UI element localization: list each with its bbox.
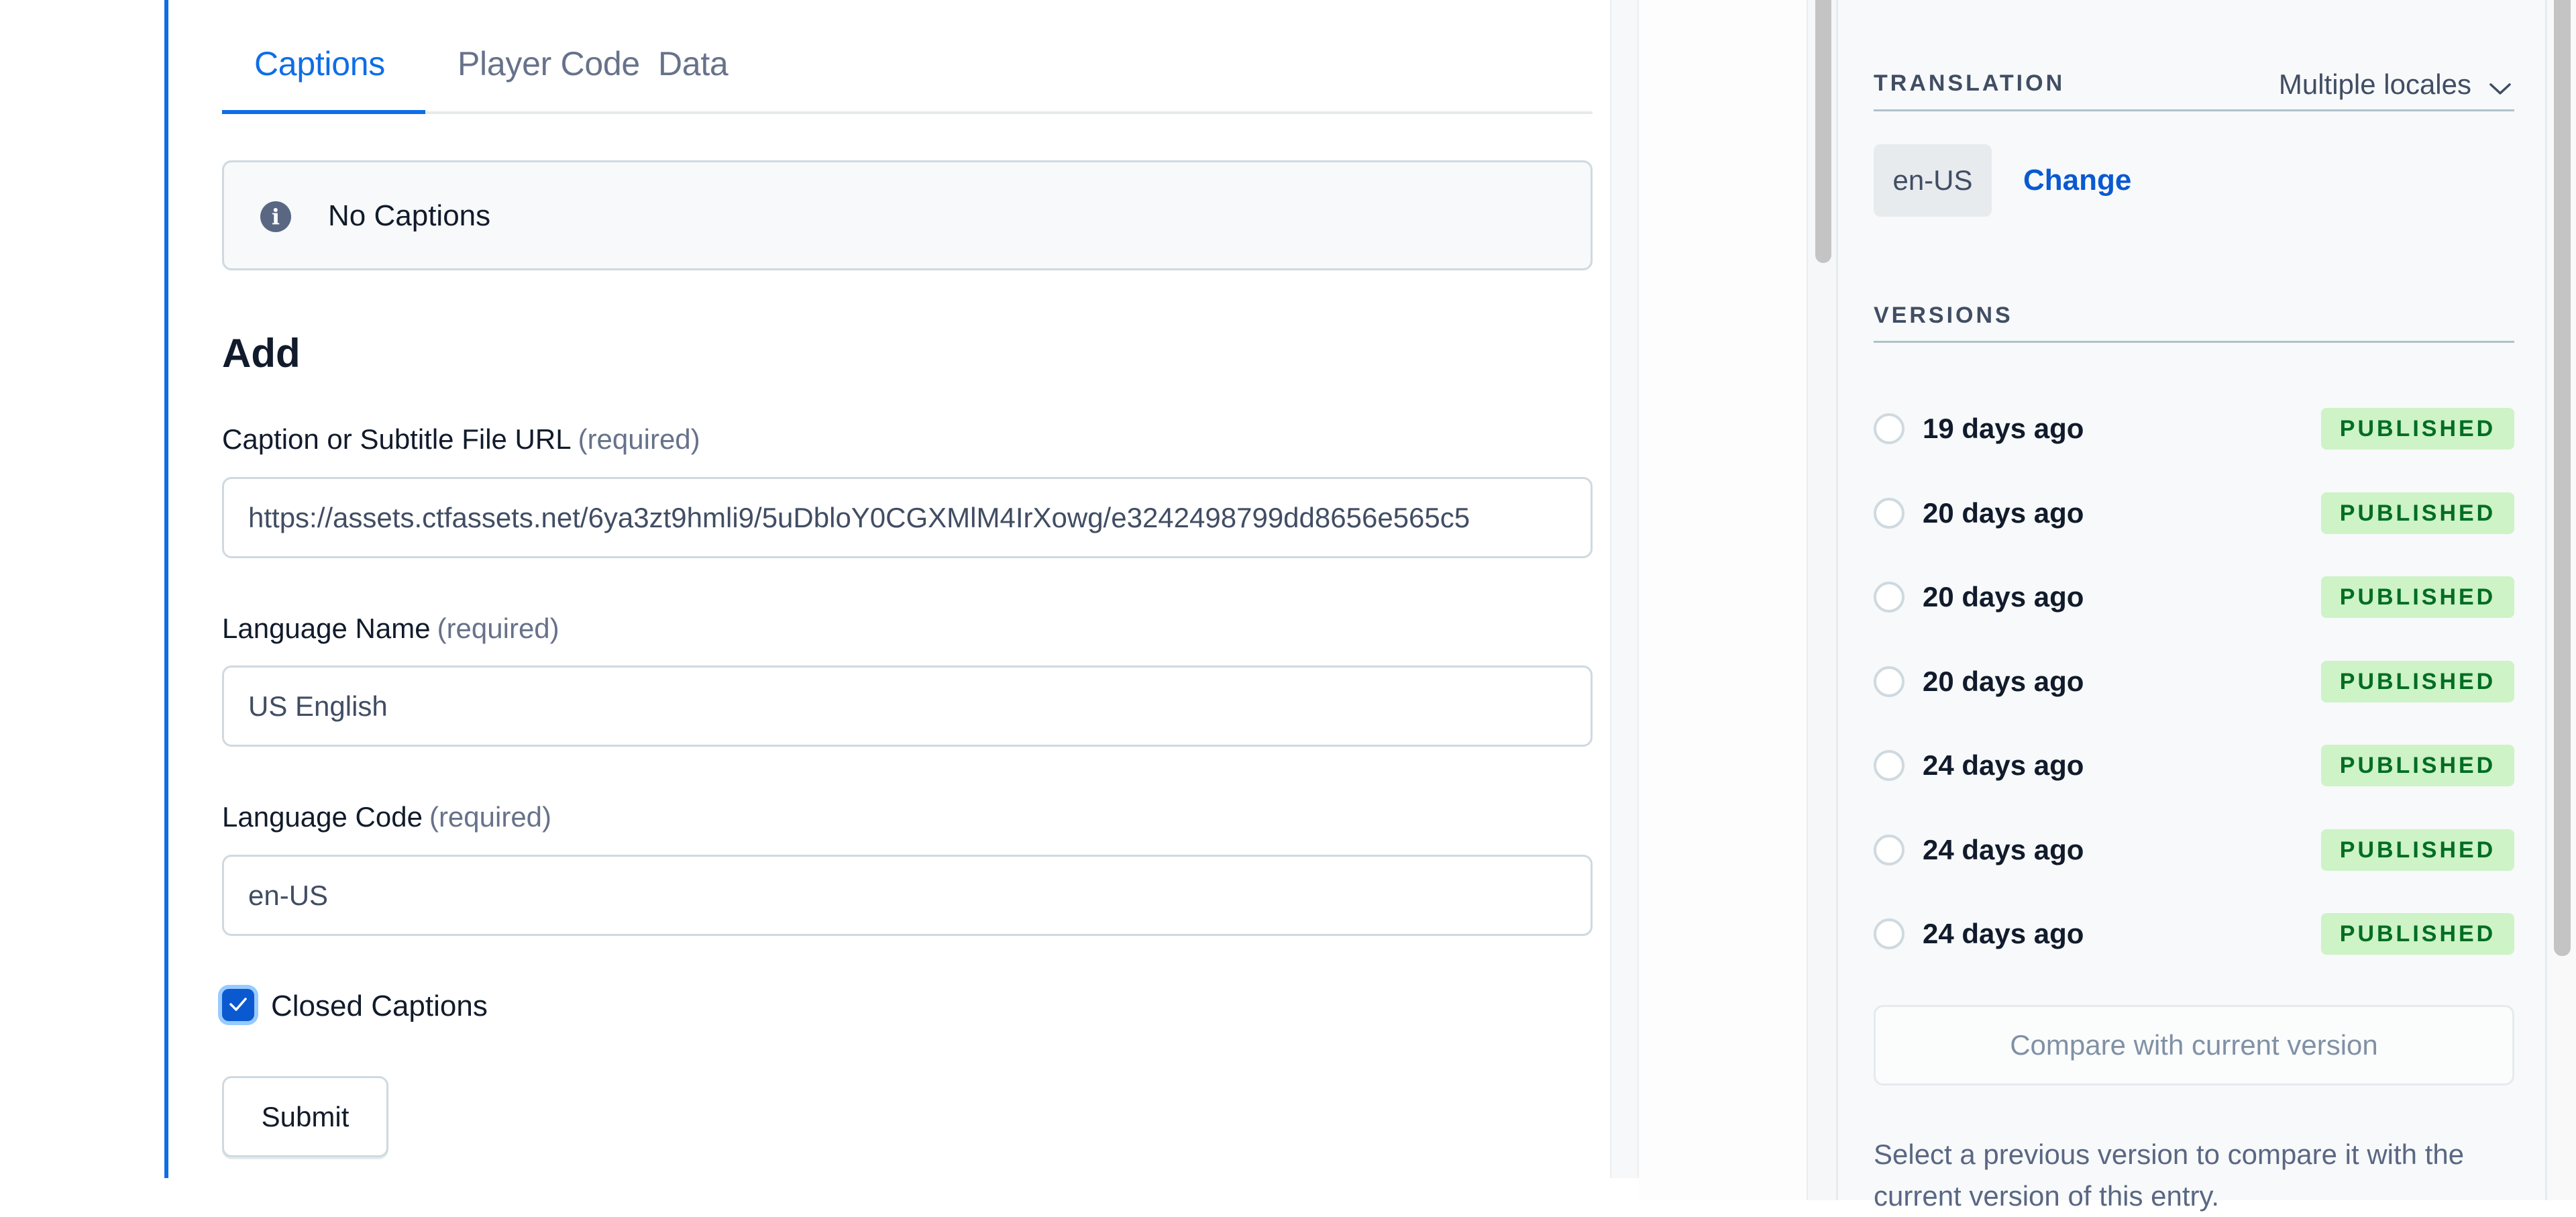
entry-sidebar: TRANSLATION Multiple locales en-US Chang… — [1836, 0, 2547, 1212]
tab-captions[interactable]: Captions — [254, 40, 385, 87]
locale-chip: en-US — [1874, 144, 1992, 217]
translation-title: TRANSLATION — [1874, 70, 2065, 96]
version-item[interactable]: 24 days ago PUBLISHED — [1874, 829, 2514, 871]
caption-url-input[interactable] — [222, 477, 1593, 558]
closed-captions-checkbox[interactable] — [222, 989, 254, 1021]
change-locale-link[interactable]: Change — [2023, 160, 2131, 201]
status-badge: PUBLISHED — [2321, 492, 2514, 534]
language-name-input[interactable] — [222, 666, 1593, 747]
status-badge: PUBLISHED — [2321, 576, 2514, 618]
version-item[interactable]: 24 days ago PUBLISHED — [1874, 745, 2514, 786]
version-radio[interactable] — [1874, 666, 1904, 697]
language-name-label: Language Name (required) — [222, 610, 559, 647]
compare-with-current-version-button[interactable]: Compare with current version — [1874, 1005, 2514, 1086]
info-icon: i — [260, 201, 291, 232]
language-name-label-text: Language Name — [222, 613, 431, 644]
version-date: 24 days ago — [1923, 749, 2084, 781]
caption-url-label-text: Caption or Subtitle File URL — [222, 423, 572, 455]
closed-captions-label[interactable]: Closed Captions — [271, 986, 488, 1026]
required-hint: (required) — [429, 801, 552, 833]
locale-select-dropdown[interactable]: Multiple locales — [2279, 64, 2512, 105]
tab-player-code[interactable]: Player Code — [458, 40, 640, 87]
status-badge: PUBLISHED — [2321, 408, 2514, 449]
version-item[interactable]: 20 days ago PUBLISHED — [1874, 492, 2514, 534]
locale-select-value: Multiple locales — [2278, 68, 2471, 100]
version-radio[interactable] — [1874, 918, 1904, 949]
version-date: 20 days ago — [1923, 496, 2084, 529]
sidebar-scrollbar-thumb[interactable] — [2554, 0, 2571, 956]
status-badge: PUBLISHED — [2321, 913, 2514, 955]
version-date: 24 days ago — [1923, 833, 2084, 865]
required-hint: (required) — [578, 423, 700, 455]
language-code-label: Language Code (required) — [222, 798, 551, 836]
no-captions-callout: i No Captions — [222, 160, 1593, 270]
version-radio[interactable] — [1874, 834, 1904, 865]
version-item[interactable]: 20 days ago PUBLISHED — [1874, 576, 2514, 618]
chevron-down-icon — [2489, 66, 2512, 107]
version-radio[interactable] — [1874, 413, 1904, 444]
language-code-label-text: Language Code — [222, 801, 423, 833]
tab-bar: Captions Player Code Data — [222, 0, 1593, 114]
compare-help-text: Select a previous version to compare it … — [1874, 1139, 2465, 1212]
version-radio[interactable] — [1874, 497, 1904, 529]
checkmark-icon — [229, 998, 247, 1011]
status-badge: PUBLISHED — [2321, 660, 2514, 702]
version-date: 24 days ago — [1923, 918, 2084, 949]
version-item[interactable]: 20 days ago PUBLISHED — [1874, 660, 2514, 702]
version-radio[interactable] — [1874, 582, 1904, 613]
version-item[interactable]: 24 days ago PUBLISHED — [1874, 913, 2514, 955]
language-code-input[interactable] — [222, 855, 1593, 936]
versions-divider — [1874, 341, 2514, 343]
caption-url-label: Caption or Subtitle File URL (required) — [222, 421, 700, 458]
version-radio[interactable] — [1874, 750, 1904, 781]
main-scrollbar-thumb[interactable] — [1815, 0, 1831, 263]
version-date: 19 days ago — [1923, 413, 2084, 444]
version-date: 20 days ago — [1923, 665, 2084, 697]
panel-gutter — [1610, 0, 1639, 1178]
version-item[interactable]: 19 days ago PUBLISHED — [1874, 408, 2514, 449]
version-date: 20 days ago — [1923, 581, 2084, 613]
translation-divider — [1874, 109, 2514, 111]
blank-area — [1639, 0, 1807, 1200]
status-badge: PUBLISHED — [2321, 829, 2514, 871]
submit-button[interactable]: Submit — [222, 1076, 388, 1157]
add-heading: Add — [222, 331, 301, 376]
tab-data[interactable]: Data — [658, 40, 729, 87]
active-tab-indicator — [222, 110, 425, 114]
captions-editor-panel: Captions Player Code Data i No Captions … — [164, 0, 1610, 1178]
status-badge: PUBLISHED — [2321, 745, 2514, 786]
callout-text: No Captions — [328, 199, 491, 232]
versions-title: VERSIONS — [1874, 303, 2013, 328]
required-hint: (required) — [437, 613, 559, 644]
